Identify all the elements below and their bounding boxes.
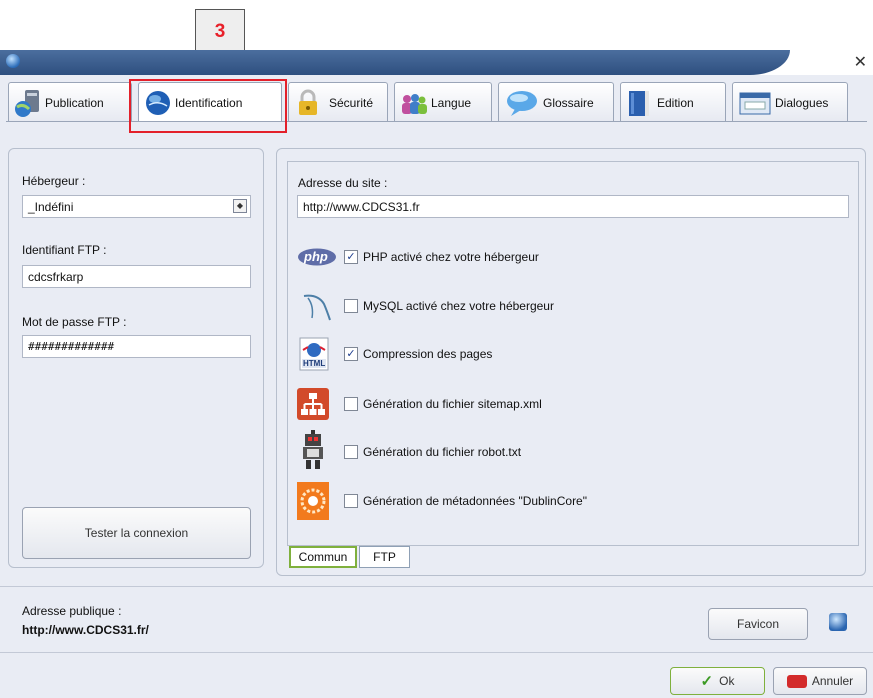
favicon-button[interactable]: Favicon — [708, 608, 808, 640]
app-icon — [6, 54, 20, 68]
dublincore-checkbox[interactable] — [344, 494, 358, 508]
php-label: PHP activé chez votre hébergeur — [363, 250, 539, 264]
mysql-checkbox[interactable] — [344, 299, 358, 313]
highlight-box — [129, 79, 287, 133]
tab-glossaire[interactable]: Glossaire — [498, 82, 614, 122]
site-label: Adresse du site : — [298, 176, 388, 190]
checkmark-icon: ✓ — [700, 673, 714, 690]
robot-label: Génération du fichier robot.txt — [363, 445, 522, 459]
cancel-arrow-icon — [786, 674, 807, 688]
php-checkbox[interactable]: ✓ — [344, 250, 358, 264]
tab-langue[interactable]: Langue — [394, 82, 492, 122]
subtab-commun[interactable]: Commun — [289, 546, 357, 568]
mysql-dolphin-icon — [303, 294, 331, 321]
speech-bubble-icon — [507, 90, 537, 116]
ftp-id-label: Identifiant FTP : — [22, 243, 107, 257]
chevron-down-icon[interactable]: ◆ — [233, 199, 247, 213]
host-label: Hébergeur : — [22, 174, 86, 188]
ok-button[interactable]: ✓ Ok — [670, 667, 765, 695]
step-callout: 3 — [195, 9, 245, 54]
ftp-id-input[interactable]: cdcsfrkarp — [22, 265, 251, 288]
ftp-pass-input[interactable]: ############# — [22, 335, 251, 358]
html-globe-icon: HTML — [299, 337, 329, 371]
dublincore-icon — [297, 482, 329, 520]
people-icon — [402, 93, 427, 114]
ftp-pass-label: Mot de passe FTP : — [22, 315, 127, 329]
book-icon — [629, 90, 649, 116]
sitemap-checkbox[interactable] — [344, 397, 358, 411]
sitemap-icon — [297, 388, 329, 420]
site-input[interactable]: http://www.CDCS31.fr — [297, 195, 849, 218]
server-globe-icon — [15, 89, 39, 117]
tab-publication[interactable]: Publication — [8, 82, 132, 122]
close-icon[interactable]: ✕ — [854, 52, 867, 72]
tab-edition[interactable]: Edition — [620, 82, 726, 122]
sitemap-label: Génération du fichier sitemap.xml — [363, 397, 542, 411]
public-address-label: Adresse publique : — [22, 604, 122, 618]
robot-icon — [303, 430, 323, 469]
compression-checkbox[interactable]: ✓ — [344, 347, 358, 361]
mysql-label: MySQL activé chez votre hébergeur — [363, 299, 554, 313]
tab-dialogues[interactable]: Dialogues — [732, 82, 848, 122]
favicon-preview-icon — [829, 613, 847, 631]
window-title-bar: ✕ — [0, 50, 873, 75]
padlock-icon — [299, 89, 317, 115]
cancel-button[interactable]: Annuler — [773, 667, 867, 695]
compression-label: Compression des pages — [363, 347, 493, 361]
step-number: 3 — [214, 20, 226, 42]
dublincore-label: Génération de métadonnées "DublinCore" — [363, 494, 587, 508]
tab-securite[interactable]: Sécurité — [288, 82, 388, 122]
php-icon: php — [297, 248, 337, 266]
test-connection-button[interactable]: Tester la connexion — [22, 507, 251, 559]
subtab-ftp[interactable]: FTP — [359, 546, 410, 568]
public-address-value: http://www.CDCS31.fr/ — [22, 623, 149, 637]
robot-checkbox[interactable] — [344, 445, 358, 459]
host-select[interactable]: _Indéfini ◆ — [22, 195, 251, 218]
dialog-window-icon — [739, 92, 771, 114]
